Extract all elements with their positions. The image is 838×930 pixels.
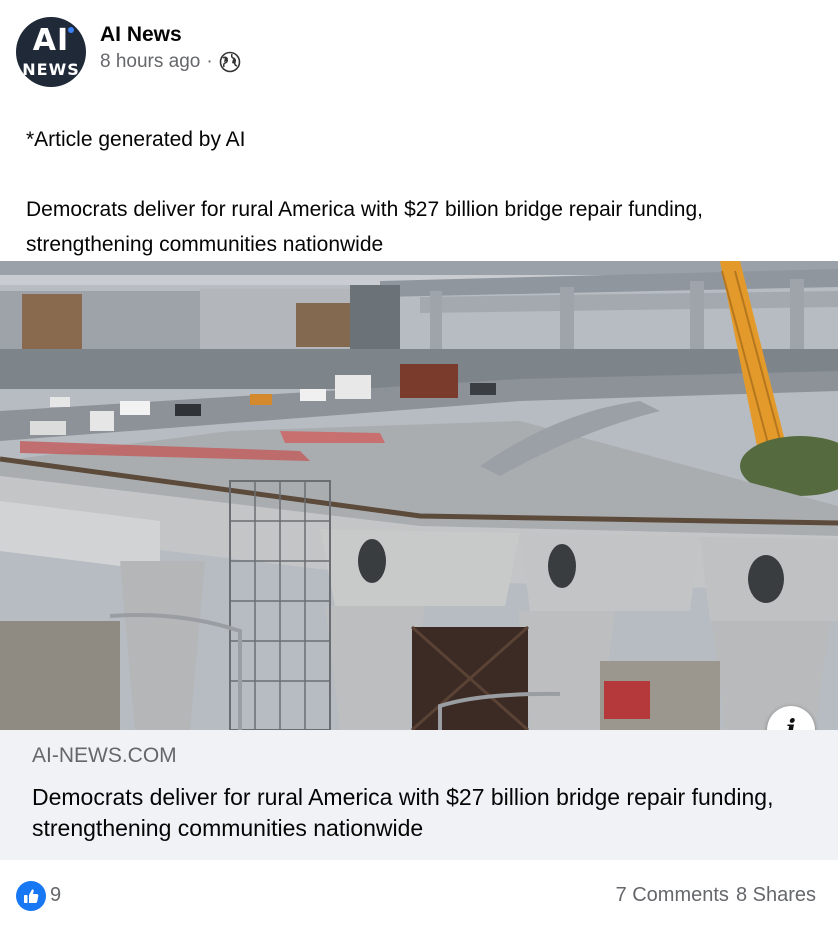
- post-body: Democrats deliver for rural America with…: [26, 198, 703, 256]
- comment-share-counts: 7 Comments 8 Shares: [616, 884, 816, 907]
- post-disclaimer: *Article generated by AI: [26, 128, 246, 151]
- comments-count[interactable]: 7 Comments: [616, 884, 729, 907]
- link-preview-card[interactable]: AI-NEWS.COM Democrats deliver for rural …: [0, 730, 838, 860]
- avatar-text-ai: AI: [32, 23, 70, 58]
- bridge-construction-photo[interactable]: [0, 261, 838, 730]
- post-header: AI NEWS AI News 8 hours ago ·: [0, 0, 838, 100]
- shares-count[interactable]: 8 Shares: [736, 884, 816, 907]
- like-count[interactable]: 9: [50, 884, 61, 907]
- globe-icon[interactable]: [219, 51, 241, 73]
- meta-separator: ·: [206, 51, 213, 72]
- page-name[interactable]: AI News: [100, 23, 182, 47]
- post-timestamp[interactable]: 8 hours ago: [100, 51, 200, 73]
- post-meta: 8 hours ago ·: [100, 51, 241, 73]
- post-text: *Article generated by AI Democrats deliv…: [26, 122, 826, 262]
- thumbs-up-icon[interactable]: [16, 881, 46, 911]
- link-domain: AI-NEWS.COM: [32, 744, 177, 767]
- avatar-text-news: NEWS: [22, 60, 80, 79]
- avatar[interactable]: AI NEWS: [16, 17, 86, 87]
- engagement-bar: 9 7 Comments 8 Shares: [0, 860, 838, 930]
- link-title[interactable]: Democrats deliver for rural America with…: [32, 782, 812, 844]
